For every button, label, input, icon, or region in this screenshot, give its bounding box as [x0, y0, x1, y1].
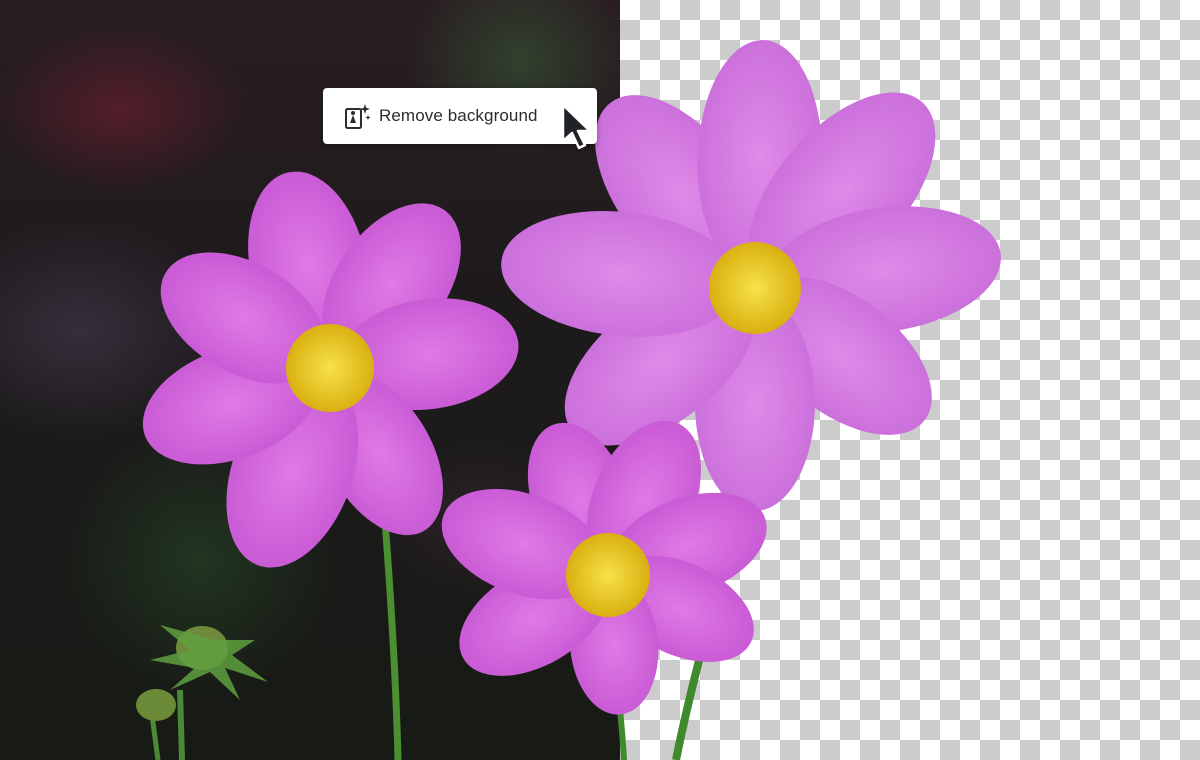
remove-background-label: Remove background	[379, 106, 538, 125]
image-canvas: Remove background	[0, 0, 1200, 760]
cursor-arrow-icon	[561, 103, 592, 150]
remove-background-button[interactable]: Remove background	[323, 88, 597, 144]
remove-background-icon	[345, 104, 371, 129]
flower-subject	[136, 40, 1001, 760]
flower-bud	[136, 625, 268, 760]
